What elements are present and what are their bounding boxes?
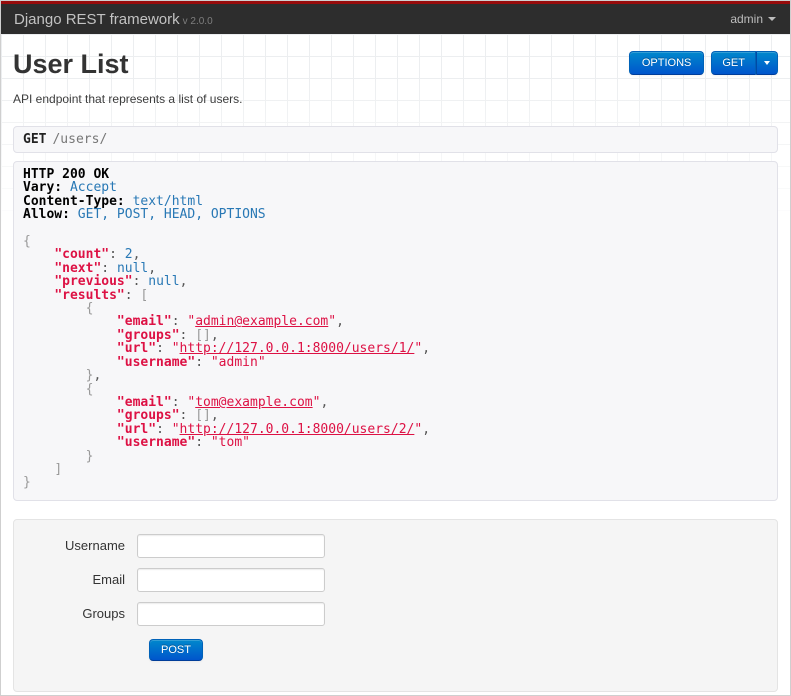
get-split-button: GET bbox=[711, 51, 778, 75]
page-description: API endpoint that represents a list of u… bbox=[13, 92, 243, 106]
options-button[interactable]: OPTIONS bbox=[628, 51, 705, 75]
action-buttons: OPTIONS GET bbox=[628, 51, 778, 75]
get-dropdown-toggle[interactable] bbox=[756, 51, 778, 75]
groups-label: Groups bbox=[82, 605, 125, 621]
email-input[interactable] bbox=[137, 567, 325, 592]
user-menu-label: admin bbox=[730, 12, 763, 26]
brand-title: Django REST framework bbox=[14, 10, 180, 28]
form-row-groups: Groups bbox=[14, 601, 777, 626]
email-label: Email bbox=[92, 571, 125, 587]
username-label: Username bbox=[65, 537, 125, 553]
request-path: /users/ bbox=[52, 132, 108, 147]
main-content: User List OPTIONS GET API endpoint that … bbox=[1, 48, 790, 692]
form-actions: POST bbox=[149, 638, 777, 661]
request-method: GET bbox=[23, 132, 47, 147]
username-input[interactable] bbox=[137, 533, 325, 558]
chevron-down-icon bbox=[768, 17, 776, 21]
brand-version: v 2.0.0 bbox=[182, 15, 213, 27]
request-bar: GET/users/ bbox=[13, 126, 778, 153]
get-button[interactable]: GET bbox=[711, 51, 756, 75]
page-title: User List bbox=[13, 49, 129, 79]
navbar: Django REST framework v 2.0.0 admin bbox=[1, 4, 790, 34]
response-panel: HTTP 200 OK Vary: Accept Content-Type: t… bbox=[13, 161, 778, 501]
response-body: HTTP 200 OK Vary: Accept Content-Type: t… bbox=[23, 167, 431, 491]
create-user-form: Username Email Groups POST bbox=[13, 518, 778, 692]
page: Django REST framework v 2.0.0 admin User … bbox=[0, 0, 791, 696]
post-button[interactable]: POST bbox=[149, 638, 203, 661]
groups-input[interactable] bbox=[137, 601, 325, 626]
form-row-username: Username bbox=[14, 533, 777, 558]
brand[interactable]: Django REST framework v 2.0.0 bbox=[14, 11, 213, 28]
form-row-email: Email bbox=[14, 567, 777, 592]
page-header-row: User List OPTIONS GET bbox=[13, 48, 778, 80]
user-menu-dropdown[interactable]: admin bbox=[730, 12, 776, 26]
chevron-down-icon bbox=[764, 61, 770, 65]
